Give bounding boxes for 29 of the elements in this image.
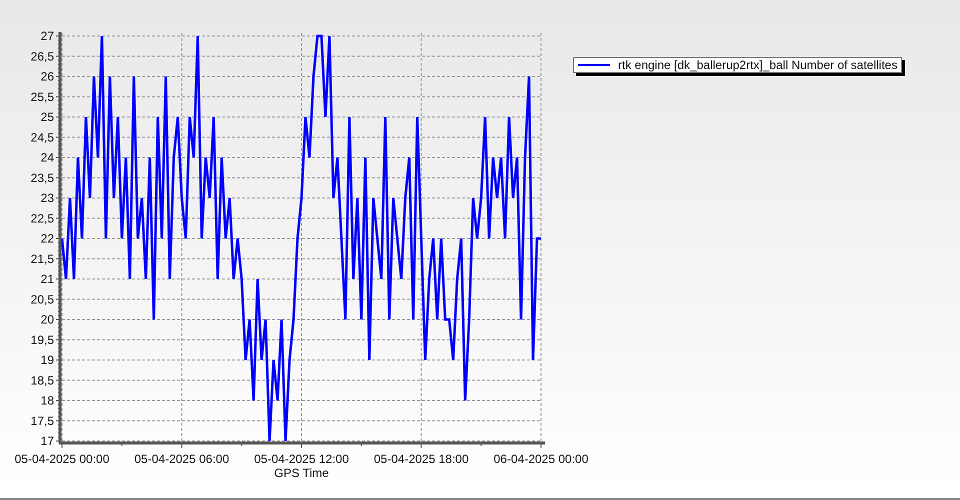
y-tick-label: 18,5 xyxy=(30,373,54,388)
y-tick-label: 27 xyxy=(40,29,54,43)
y-tick-label: 18 xyxy=(40,394,54,408)
y-tick-label: 25 xyxy=(40,110,54,124)
y-tick-label: 19 xyxy=(40,353,54,367)
x-tick-label: 06-04-2025 00:00 xyxy=(494,452,588,466)
y-tick-label: 20 xyxy=(40,312,54,326)
y-tick-label: 22 xyxy=(40,232,54,246)
y-tick-label: 22,5 xyxy=(30,211,54,226)
y-tick-label: 26 xyxy=(40,70,54,84)
legend-line-icon xyxy=(578,64,610,66)
y-tick-label: 21 xyxy=(40,272,54,286)
y-tick-label: 19,5 xyxy=(30,332,54,347)
y-tick-label: 17 xyxy=(40,434,54,448)
y-tick-label: 26,5 xyxy=(30,49,54,64)
x-tick-label: 05-04-2025 00:00 xyxy=(14,452,110,466)
x-tick-label: 05-04-2025 06:00 xyxy=(134,452,230,466)
y-tick-label: 23,5 xyxy=(30,170,54,185)
legend-label: rtk engine [dk_ballerup2rtx]_ball Number of satellites xyxy=(618,59,898,71)
y-tick-label: 24,5 xyxy=(30,130,54,144)
y-tick-label: 23 xyxy=(40,191,54,205)
x-axis-title: GPS Time xyxy=(274,466,329,480)
y-tick-label: 20,5 xyxy=(30,292,54,306)
y-tick-label: 25,5 xyxy=(30,90,54,104)
y-tick-label: 17,5 xyxy=(30,414,54,428)
x-tick-label: 05-04-2025 18:00 xyxy=(374,452,469,466)
y-tick-label: 24 xyxy=(40,150,54,164)
x-tick-label: 05-04-2025 12:00 xyxy=(254,452,349,466)
y-tick-label: 21,5 xyxy=(30,252,54,266)
